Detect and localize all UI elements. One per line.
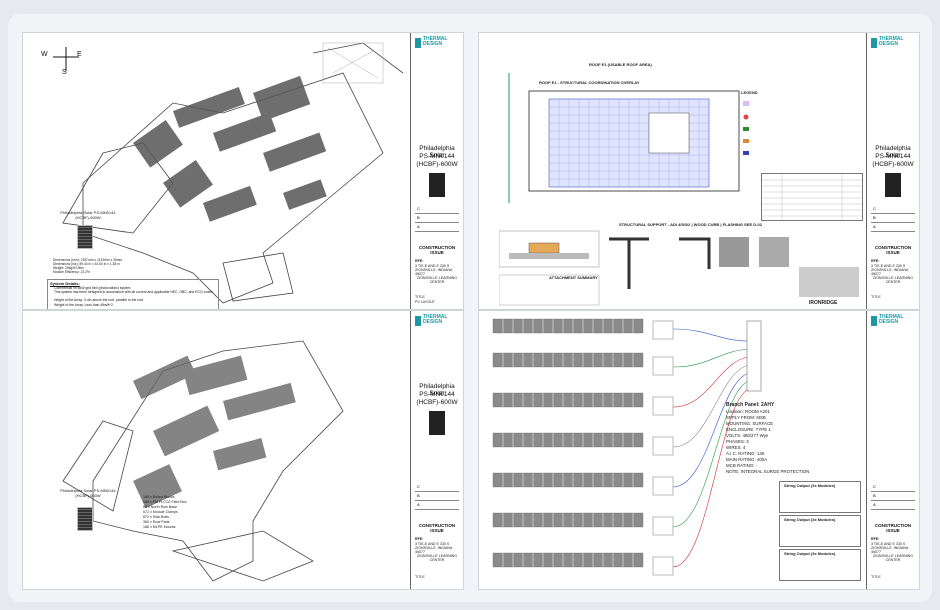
revision-table: C B A xyxy=(415,205,459,241)
viewer-frame: W E S Philadelphia Solar PS-MN0144 (HCBF… xyxy=(8,14,932,602)
project-line2: PS-MN0144 xyxy=(875,153,911,160)
panel-aic: A.I.C. RATING: 14K xyxy=(726,451,765,456)
school-name: ZIONSVILLE LEARNING CENTER xyxy=(416,554,458,563)
rfi-label: RFE: xyxy=(415,259,424,263)
string-output-label: String Output (3x Modules) xyxy=(784,517,836,522)
school-name: ZIONSVILLE LEARNING CENTER xyxy=(416,276,458,285)
legend-symbols xyxy=(743,101,749,155)
sheet-attachment-layout[interactable]: Philadelphia Solar PS-MN0144 (HCBF)-600W… xyxy=(22,310,464,590)
project-line3: (HCBF)-600W xyxy=(416,161,458,168)
rev-b: B xyxy=(415,492,459,501)
ironridge-logo: IRONRIDGE xyxy=(809,300,838,306)
rev-a: A xyxy=(871,501,915,510)
title-block: THERMAL DESIGN Philadelphia Solar PS-MN0… xyxy=(410,33,463,309)
company-logo: THERMAL DESIGN xyxy=(871,37,915,53)
panel-mounting: MOUNTING: SURFACE xyxy=(726,421,774,426)
panel-mcb: MCB RATING: - xyxy=(726,463,758,468)
revision-table: C B A xyxy=(871,483,915,519)
rev-a: A xyxy=(415,501,459,510)
system-detail-2: This system has been designed in accorda… xyxy=(54,290,213,294)
string-output-label: String Output (3x Modules) xyxy=(784,551,836,556)
rev-b: B xyxy=(871,214,915,223)
rev-c: C xyxy=(415,205,459,214)
compass-arrows-icon xyxy=(53,47,79,71)
rfi-label: RFE: xyxy=(871,537,880,541)
address: 3 TIE-E AND E 330 S ZIONSVILLE, INDIANA … xyxy=(415,542,453,555)
address: 3 TIE-E AND E 330 S ZIONSVILLE, INDIANA … xyxy=(415,264,453,277)
panel-dimensions: Dimensions (mm): 2357mm x 1133mm x 35mm … xyxy=(53,258,123,274)
address: 3 TIE-E AND E 330 S ZIONSVILLE, INDIANA … xyxy=(871,264,909,277)
sheet-structural[interactable]: ROOF E1 (USABLE ROOF AREA) ROOF E1 - STR… xyxy=(478,32,920,310)
title-label: TITLE xyxy=(415,295,425,299)
detail-drawings xyxy=(499,230,859,306)
rev-c: C xyxy=(871,483,915,492)
system-details-box: System Details: Commercial 99.6kW grid t… xyxy=(47,279,219,309)
construction-issue: CONSTRUCTION ISSUE xyxy=(418,523,456,533)
company-logo: THERMAL DESIGN xyxy=(415,37,459,53)
panel-location: Location: ROOM A201 xyxy=(726,409,770,414)
company-logo: THERMAL DESIGN xyxy=(415,315,459,331)
system-detail-4: Weight of the Array: Less than 4lbs/ft^2 xyxy=(54,303,113,307)
rev-c: C xyxy=(415,483,459,492)
system-detail-3: Height of the Array: 3-4in above the roo… xyxy=(54,298,144,302)
project-line2: PS-MN0144 xyxy=(419,391,455,398)
title-block: THERMAL DESIGN C B A CONSTRUCTION ISSUE … xyxy=(866,311,919,589)
panel-main-rating: MAIN RATING: 400A xyxy=(726,457,768,462)
panel-module-image xyxy=(77,507,93,531)
title-block: THERMAL DESIGN Philadelphia Solar PS-MN0… xyxy=(866,33,919,309)
sheet-electrical[interactable]: Branch Panel: 2AHY Location: ROOM A201 S… xyxy=(478,310,920,590)
revision-table: C B A xyxy=(415,483,459,519)
address: 3 TIE-E AND E 330 S ZIONSVILLE, INDIANA … xyxy=(871,542,909,555)
title-label: TITLE xyxy=(415,575,425,579)
string-output-label: String Output (3x Modules) xyxy=(784,483,836,488)
sheet-pv-layout[interactable]: W E S Philadelphia Solar PS-MN0144 (HCBF… xyxy=(22,32,464,310)
rev-c: C xyxy=(871,205,915,214)
rfi-label: RFE: xyxy=(871,259,880,263)
attachment-summary: ATTACHMENT SUMMARY xyxy=(549,275,598,280)
company-logo: THERMAL DESIGN xyxy=(871,315,915,331)
project-line3: (HCBF)-600W xyxy=(416,399,458,406)
title-label: TITLE xyxy=(871,295,881,299)
school-name: ZIONSVILLE LEARNING CENTER xyxy=(872,276,914,285)
compass-w: W xyxy=(41,51,48,58)
module-thumbnail xyxy=(885,173,901,197)
construction-issue: CONSTRUCTION ISSUE xyxy=(874,523,912,533)
module-thumbnail xyxy=(429,173,445,197)
hardware-counts: 168 x Bolted Blocks 188 x FM FLCO2 Field… xyxy=(143,495,187,529)
revision-table: C B A xyxy=(871,205,915,241)
rev-b: B xyxy=(871,492,915,501)
panel-note: NOTE: INTEGRAL SURGE PROTECTION xyxy=(726,469,810,474)
panel-phases: PHASES: 3 xyxy=(726,439,749,444)
panel-volts: VOLTS: 480/277 Wye xyxy=(726,433,769,438)
project-line2: PS-MN0144 xyxy=(419,153,455,160)
feeder-wires xyxy=(672,320,762,568)
title-label: TITLE xyxy=(871,575,881,579)
panel-wires: WIRES: 4 xyxy=(726,445,746,450)
panel-module-image xyxy=(77,225,93,249)
panel-enclosure: ENCLOSURE: TYPE 1 xyxy=(726,427,771,432)
rfi-label: RFE: xyxy=(415,537,424,541)
panel-supply: SPPLY FROM: MSB xyxy=(726,415,766,420)
rev-b: B xyxy=(415,214,459,223)
string-output-box-3: String Output (3x Modules) xyxy=(779,549,861,581)
panel-caption: Philadelphia Solar PS-MN0144 (HCBF)-600W xyxy=(60,210,116,220)
sheet-title: PV LAYOUT xyxy=(415,300,435,304)
roof-layout-drawing-2 xyxy=(62,340,344,582)
string-output-box-1: String Output (3x Modules) xyxy=(779,481,861,513)
school-name: ZIONSVILLE LEARNING CENTER xyxy=(872,554,914,563)
project-line3: (HCBF)-600W xyxy=(872,161,914,168)
roof-grid-drawing xyxy=(508,73,740,203)
construction-issue: CONSTRUCTION ISSUE xyxy=(418,245,456,255)
string-output-box-2: String Output (3x Modules) xyxy=(779,515,861,547)
schedule-table xyxy=(761,173,863,221)
rev-a: A xyxy=(415,223,459,232)
rev-a: A xyxy=(871,223,915,232)
roof-header: ROOF E1 (USABLE ROOF AREA) xyxy=(589,62,652,67)
title-block: THERMAL DESIGN Philadelphia Solar PS-MN0… xyxy=(410,311,463,589)
construction-issue: CONSTRUCTION ISSUE xyxy=(874,245,912,255)
branch-panel-title: Branch Panel: 2AHY xyxy=(726,402,775,408)
panel-caption: Philadelphia Solar PS-MN0144 (HCBF)-600W xyxy=(60,488,116,498)
module-thumbnail xyxy=(429,411,445,435)
legend-title: LEGEND xyxy=(741,90,758,95)
